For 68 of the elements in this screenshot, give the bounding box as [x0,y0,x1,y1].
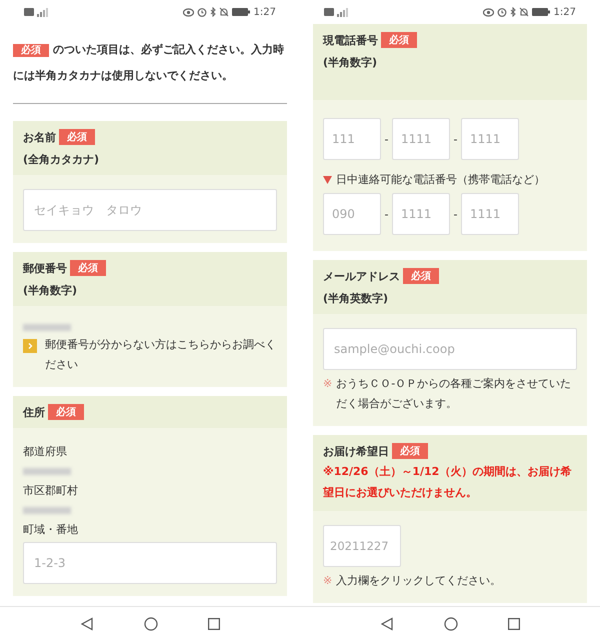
recents-icon[interactable] [508,618,520,630]
phone-field[interactable]: 1111 [392,118,450,160]
field-title: 郵便番号 [23,260,67,276]
input-field[interactable]: 1-2-3 [23,542,277,584]
clock-time: 1:27 [254,6,276,18]
phone-field[interactable]: 1111 [461,193,519,235]
home-icon[interactable] [444,616,458,630]
eye-icon [182,8,194,16]
note-mark: ※ [323,376,332,392]
input-field[interactable]: sample@ouchi.coop [323,328,577,370]
field-title: お名前 [23,130,56,144]
intro-text: 必須 のついた項目は、必ずご記入ください。入力時には半角カタカナは使用しないでください。 [13,42,285,84]
field-hint: (半角英数字) [323,291,390,306]
required-badge: 必須 [381,32,417,48]
note-mark: ※ [323,573,332,589]
battery-icon [232,8,250,16]
note-text: 入力欄をクリックしてください。 [336,573,502,589]
dash-separator: - [384,132,390,146]
field-title: お届け希望日 [323,444,389,458]
battery-icon [532,8,550,16]
phone-field[interactable]: 1111 [461,118,519,160]
field-label: 市区郡町村 [23,483,79,498]
triangle-icon [323,176,332,184]
dash-separator: - [452,132,458,146]
required-badge: 必須 [392,443,428,459]
required-badge: 必須 [70,260,106,276]
field-label: 町域・番地 [23,522,79,537]
eye-icon [482,8,494,16]
phone-field[interactable]: 111 [323,118,381,160]
note-text: おうちＣＯ-ＯＰからの各種ご案内をさせていただく場合がございます。 [336,376,572,412]
alarm-icon [496,7,507,17]
bluetooth-icon [210,7,216,17]
dash-separator: - [384,208,390,220]
chevron-icon [23,339,37,353]
bluetooth-icon [510,7,516,17]
postal-lookup-link[interactable]: 郵便番号が分からない方はこちらからお調べください [45,335,277,375]
field-title: 住所 [23,404,45,420]
back-icon[interactable] [80,616,94,630]
hd-icon [24,8,34,16]
blurred-text [23,468,71,475]
signal-icon [337,8,349,16]
alarm-icon [196,7,207,17]
warning-text: ※12/26（土）～1/12（火）の期間は、お届け希望日にお選びいただけません。 [323,464,572,501]
hd-icon [324,8,334,16]
field-hint: (半角数字) [23,283,78,298]
required-badge: 必須 [403,268,439,284]
field-label: 日中連絡可能な電話番号（携帯電話など） [336,172,545,187]
dash-separator: - [452,208,458,220]
input-field[interactable]: セイキョウ タロウ [23,189,277,231]
blurred-text [23,507,71,514]
required-badge: 必須 [48,404,84,420]
back-icon[interactable] [380,616,394,630]
blurred-text [23,324,71,331]
field-hint: (半角数字) [323,55,378,70]
phone-field[interactable]: 1111 [392,193,450,235]
field-title: メールアドレス [323,268,400,284]
field-label: 都道府県 [23,444,68,459]
bell-off-icon [518,7,529,17]
home-icon[interactable] [144,616,158,630]
clock-time: 1:27 [554,6,576,18]
recents-icon[interactable] [208,618,220,630]
signal-icon [37,8,49,16]
bell-off-icon [218,7,229,17]
field-title: 現電話番号 [323,32,378,48]
phone-field[interactable]: 090 [323,193,381,235]
date-field[interactable]: 20211227 [323,525,401,567]
field-hint: (全角カタカナ) [23,152,100,167]
required-badge: 必須 [59,129,95,145]
